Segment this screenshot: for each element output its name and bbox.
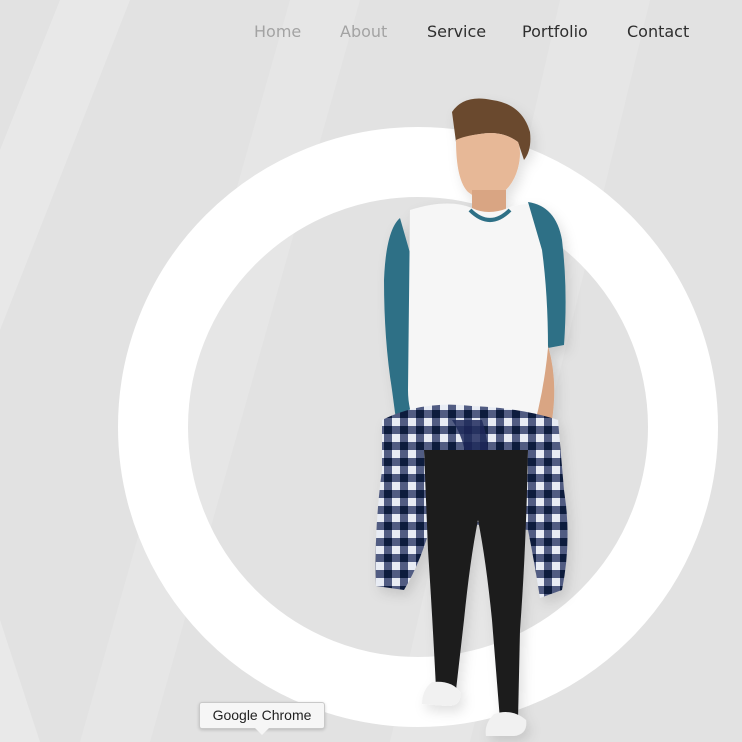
nav-about[interactable]: About xyxy=(340,22,387,42)
top-nav: Home About Service Portfolio Contact xyxy=(0,20,742,46)
app-tooltip: Google Chrome xyxy=(199,702,325,729)
nav-service[interactable]: Service xyxy=(427,22,486,42)
nav-home[interactable]: Home xyxy=(254,22,301,42)
nav-portfolio[interactable]: Portfolio xyxy=(522,22,588,42)
tooltip-arrow xyxy=(255,728,269,735)
nav-contact[interactable]: Contact xyxy=(627,22,689,42)
hero-model-image xyxy=(375,98,568,736)
